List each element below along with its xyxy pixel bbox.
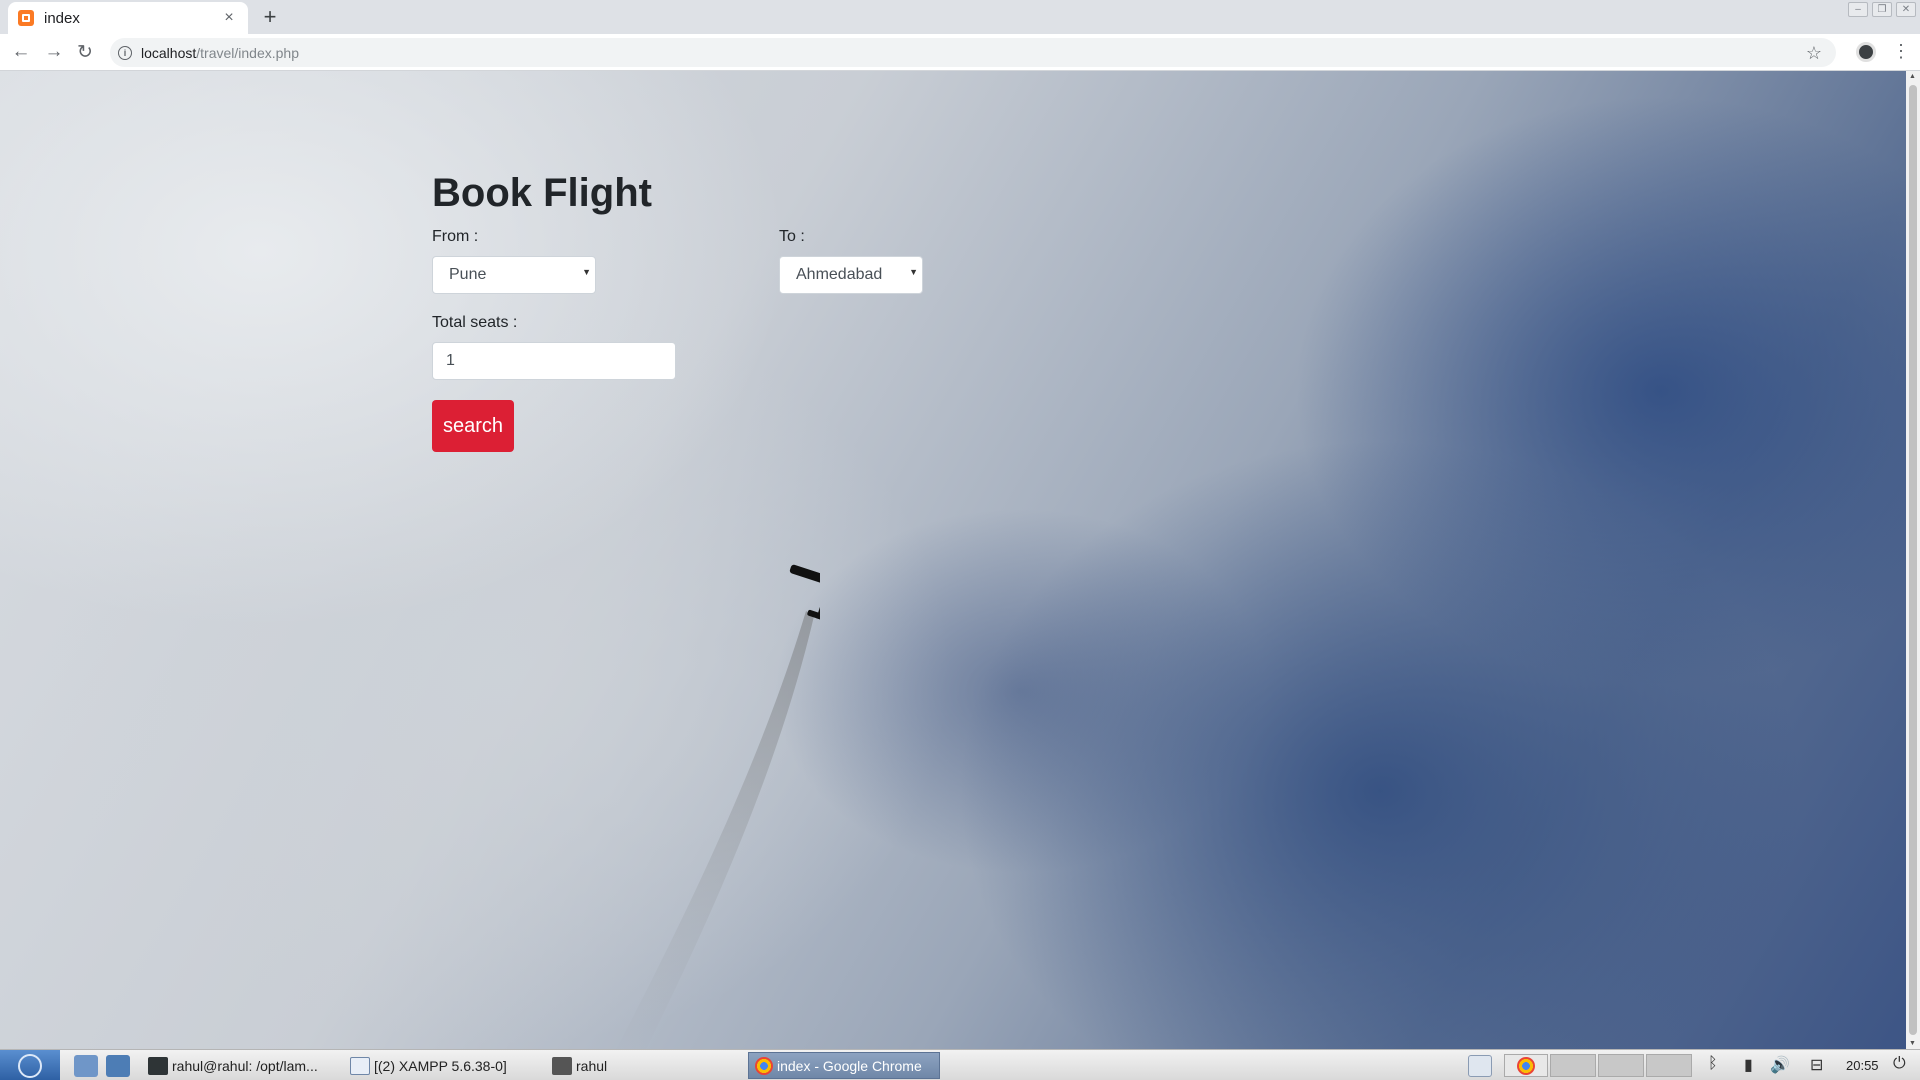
task-label: [(2) XAMPP 5.6.38-0] [374,1057,507,1074]
profile-avatar[interactable] [1856,42,1876,62]
back-button[interactable]: ← [8,39,34,65]
from-label: From : [432,228,479,245]
site-info-icon[interactable]: i [118,45,132,60]
forward-button[interactable]: → [41,39,67,65]
chrome-icon [1517,1057,1535,1075]
os-taskbar: rahul@rahul: /opt/lam... [(2) XAMPP 5.6.… [0,1049,1920,1080]
workspace-3[interactable] [1646,1054,1692,1077]
taskbar-task-files[interactable]: rahul [546,1052,746,1079]
booking-form: Book Flight From : Pune ▼ To : Ahmedabad… [432,171,952,452]
task-label: rahul [576,1057,608,1074]
from-select[interactable]: Pune ▼ [432,256,596,294]
url-path: /travel/index.php [196,44,299,61]
scrollbar-thumb[interactable] [1909,85,1917,1035]
new-tab-button[interactable]: + [258,4,282,29]
browser-tab[interactable]: index × [8,2,248,34]
bluetooth-icon[interactable]: ᛒ [1708,1055,1718,1073]
volume-icon[interactable]: 🔊 [1770,1055,1790,1075]
maximize-icon[interactable]: ❐ [1872,2,1892,17]
from-select-value: Pune [449,266,487,283]
to-group: To : Ahmedabad ▼ [779,228,923,294]
seats-group: Total seats : [432,314,952,380]
window-list-icon[interactable] [1468,1055,1492,1077]
to-label: To : [779,228,805,245]
task-label: rahul@rahul: /opt/lam... [172,1057,318,1074]
url-host: localhost [141,44,197,61]
tab-title: index [44,9,80,27]
airplane-background-image [616,559,820,1049]
seats-label: Total seats : [432,314,518,331]
seats-input[interactable] [432,342,676,380]
bookmark-star-icon[interactable]: ☆ [1806,43,1822,64]
page-viewport: Book Flight From : Pune ▼ To : Ahmedabad… [0,71,1906,1049]
network-manager-icon[interactable] [106,1055,130,1077]
taskbar-task-terminal[interactable]: rahul@rahul: /opt/lam... [142,1052,342,1079]
page-title: Book Flight [432,171,652,215]
show-desktop-icon[interactable] [74,1055,98,1077]
browser-toolbar: ← → ↻ i localhost/travel/index.php ☆ [0,34,1920,71]
terminal-icon [148,1056,168,1075]
workspace-1[interactable] [1550,1054,1596,1077]
start-menu-button[interactable] [0,1050,60,1080]
window-controls: – ❐ ✕ [1848,2,1916,17]
from-group: From : Pune ▼ [432,228,779,294]
battery-icon[interactable]: ▮ [1744,1055,1753,1075]
scroll-up-icon[interactable]: ▲ [1909,73,1916,80]
workspace-2[interactable] [1598,1054,1644,1077]
dropdown-arrow-icon: ▼ [582,267,591,277]
scroll-down-icon[interactable]: ▼ [1909,1040,1916,1047]
dropdown-arrow-icon: ▼ [909,267,918,277]
address-bar[interactable]: i localhost/travel/index.php ☆ [110,38,1836,67]
network-icon[interactable]: ⊟ [1810,1055,1823,1075]
window-icon [350,1056,370,1075]
tray-chrome-slot[interactable] [1504,1054,1548,1077]
folder-icon [552,1056,572,1075]
to-select-value: Ahmedabad [796,266,883,283]
chrome-icon [755,1056,773,1075]
tab-close-icon[interactable]: × [220,9,238,27]
power-icon[interactable]: ⏻ [1893,1055,1906,1073]
page-scrollbar[interactable]: ▲ ▼ [1906,71,1920,1049]
reload-button[interactable]: ↻ [72,39,98,65]
close-window-icon[interactable]: ✕ [1896,2,1916,17]
xampp-favicon-icon [18,10,34,26]
to-select[interactable]: Ahmedabad ▼ [779,256,923,294]
search-button[interactable]: search [432,400,515,452]
taskbar-task-xampp[interactable]: [(2) XAMPP 5.6.38-0] [344,1052,544,1079]
taskbar-task-chrome[interactable]: index - Google Chrome [748,1052,940,1079]
minimize-icon[interactable]: – [1848,2,1868,17]
clock[interactable]: 20:55 [1846,1058,1879,1073]
tab-strip: index × + – ❐ ✕ [0,0,1920,34]
task-label: index - Google Chrome [777,1057,922,1074]
browser-menu-icon[interactable]: ⋮ [1892,40,1910,62]
